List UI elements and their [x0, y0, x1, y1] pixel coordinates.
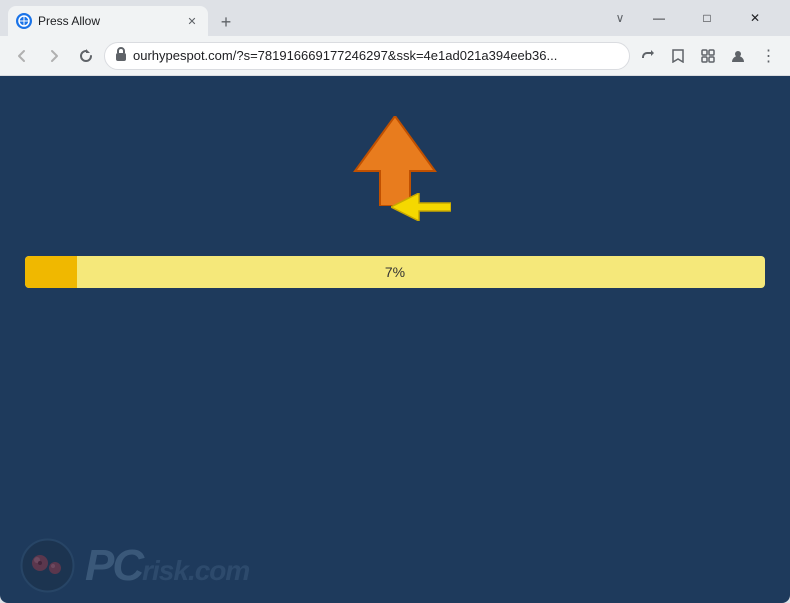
arrow-area: [335, 116, 455, 226]
browser-window: Press Allow ✕ + ∨ — □ ✕ ourhypespot.co: [0, 0, 790, 603]
maximize-button[interactable]: □: [684, 3, 730, 33]
progress-bar-fill: [25, 256, 77, 288]
toolbar-actions: ⋮: [634, 42, 782, 70]
progress-label: 7%: [385, 264, 405, 280]
tab-close-button[interactable]: ✕: [184, 13, 200, 29]
extensions-icon[interactable]: [694, 42, 722, 70]
address-bar[interactable]: ourhypespot.com/?s=781916669177246297&ss…: [104, 42, 630, 70]
progress-bar-background: 7%: [25, 256, 765, 288]
page-content: 7% PC risk.com: [0, 76, 790, 603]
watermark: PC risk.com: [20, 538, 249, 593]
tab-favicon: [16, 13, 32, 29]
minimize-button[interactable]: —: [636, 3, 682, 33]
title-bar: Press Allow ✕ + ∨ — □ ✕: [0, 0, 790, 36]
left-arrow-icon: [391, 193, 451, 221]
bookmark-icon[interactable]: [664, 42, 692, 70]
tab-strip: Press Allow ✕ +: [8, 0, 606, 36]
url-text: ourhypespot.com/?s=781916669177246297&ss…: [133, 48, 619, 63]
new-tab-button[interactable]: +: [212, 8, 240, 36]
back-button[interactable]: [8, 42, 36, 70]
refresh-button[interactable]: [72, 42, 100, 70]
window-controls: ∨ — □ ✕: [606, 3, 782, 33]
share-icon[interactable]: [634, 42, 662, 70]
forward-button[interactable]: [40, 42, 68, 70]
chrome-chevron-button[interactable]: ∨: [606, 4, 634, 32]
profile-icon[interactable]: [724, 42, 752, 70]
tab-title: Press Allow: [38, 14, 178, 28]
menu-icon[interactable]: ⋮: [754, 42, 782, 70]
close-button[interactable]: ✕: [732, 3, 778, 33]
watermark-text: PC risk.com: [85, 541, 249, 591]
progress-container: 7%: [25, 256, 765, 288]
lock-icon: [115, 47, 127, 64]
pcrisk-logo-icon: [20, 538, 75, 593]
active-tab[interactable]: Press Allow ✕: [8, 6, 208, 36]
toolbar: ourhypespot.com/?s=781916669177246297&ss…: [0, 36, 790, 76]
